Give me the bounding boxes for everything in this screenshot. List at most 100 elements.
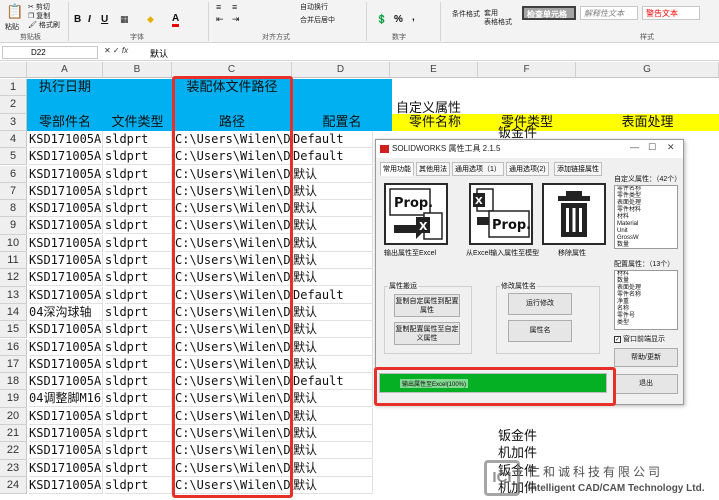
cell-file-type[interactable]: sldprt bbox=[105, 269, 172, 287]
list-item[interactable]: 零件名称 bbox=[615, 186, 677, 193]
row-header[interactable]: 16 bbox=[0, 338, 27, 356]
cell-file-type[interactable]: sldprt bbox=[105, 476, 172, 494]
list-item[interactable]: 零件类型 bbox=[615, 193, 677, 200]
cell-part-name[interactable]: KSD171005A bbox=[29, 217, 103, 235]
table-format-button[interactable]: 套用 表格格式 bbox=[484, 9, 512, 27]
cell-part-name[interactable]: KSD171005A bbox=[29, 442, 103, 460]
export-to-excel-button[interactable]: Prop. X bbox=[384, 183, 448, 245]
row-header[interactable]: 5 bbox=[0, 148, 27, 166]
exit-button[interactable]: 退出 bbox=[614, 374, 678, 394]
list-item[interactable]: 零件材料 bbox=[615, 207, 677, 214]
list-item[interactable]: 材料 bbox=[615, 214, 677, 221]
cell-config-name[interactable]: Default bbox=[293, 148, 373, 166]
tab-general-1[interactable]: 通用选项（1） bbox=[452, 162, 504, 176]
cell-part-name[interactable]: KSD171005A bbox=[29, 269, 103, 287]
header-part-name-prop[interactable]: 零件名称 bbox=[392, 114, 478, 131]
cell-config-name[interactable]: 默认 bbox=[293, 338, 373, 356]
column-header-g[interactable]: G bbox=[576, 62, 719, 78]
list-item[interactable]: Unit bbox=[615, 228, 677, 235]
header-config-name[interactable]: 配置名 bbox=[292, 114, 392, 131]
cell-part-name[interactable]: KSD171005A bbox=[29, 148, 103, 166]
cell-file-type[interactable]: sldprt bbox=[105, 148, 172, 166]
paste-button[interactable]: 粘贴 bbox=[5, 22, 19, 32]
header-surface[interactable]: 表面处理 bbox=[576, 114, 719, 131]
copy-to-config-button[interactable]: 复制自定属性到配置属性 bbox=[394, 294, 460, 317]
header-file-type[interactable]: 文件类型 bbox=[103, 114, 172, 131]
cell-config-name[interactable]: Default bbox=[293, 373, 373, 391]
cell-config-name[interactable]: 默认 bbox=[293, 252, 373, 269]
cell-part-name[interactable]: KSD171005A bbox=[29, 476, 103, 494]
list-item[interactable]: 净重 bbox=[615, 299, 677, 306]
cell-part-name[interactable]: KSD171005A bbox=[29, 425, 103, 442]
name-box[interactable]: D22 bbox=[2, 46, 98, 59]
cell-file-type[interactable]: sldprt bbox=[105, 373, 172, 391]
list-item[interactable]: GrossW bbox=[615, 235, 677, 242]
row-header[interactable]: 17 bbox=[0, 355, 27, 374]
wrap-text-button[interactable]: 自动换行 bbox=[300, 2, 328, 12]
cell-part-name[interactable]: KSD171005A bbox=[29, 459, 103, 477]
row-header[interactable]: 21 bbox=[0, 425, 27, 443]
list-item[interactable]: 零件名称 bbox=[615, 292, 677, 299]
paste-icon[interactable]: 📋 bbox=[6, 3, 23, 20]
cell-part-name[interactable]: KSD171005A bbox=[29, 200, 103, 218]
bold-button[interactable]: B bbox=[74, 14, 81, 25]
select-all-corner[interactable] bbox=[0, 62, 27, 78]
row-header[interactable]: 7 bbox=[0, 182, 27, 201]
cell-file-type[interactable]: sldprt bbox=[105, 130, 172, 148]
row-header[interactable]: 3 bbox=[0, 113, 27, 131]
custom-props-list[interactable]: 零件名称 零件类型 表面处理 零件材料 材料 Material Unit GrossW 数量 bbox=[614, 185, 678, 249]
cell-config-name[interactable]: Default bbox=[293, 130, 373, 148]
cell-config-name[interactable]: 默认 bbox=[293, 200, 373, 218]
list-item[interactable]: 表面处理 bbox=[615, 285, 677, 292]
cell-part-name[interactable]: KSD171005A bbox=[29, 321, 103, 339]
cell-config-name[interactable]: 默认 bbox=[293, 476, 373, 494]
formula-input[interactable]: 默认 bbox=[150, 47, 168, 60]
tab-other[interactable]: 其他用法 bbox=[416, 162, 450, 176]
cell-config-name[interactable]: 默认 bbox=[293, 425, 373, 442]
cell-part-name[interactable]: KSD171005A bbox=[29, 182, 103, 200]
format-painter-button[interactable]: 🖌 格式刷 bbox=[28, 20, 60, 30]
cell-file-type[interactable]: sldprt bbox=[105, 165, 172, 183]
cell-file-type[interactable]: sldprt bbox=[105, 355, 172, 373]
cell-part-name[interactable]: KSD171005A bbox=[29, 373, 103, 391]
cell-part-name[interactable]: 04调整脚M16 bbox=[29, 390, 103, 408]
row-header[interactable]: 20 bbox=[0, 407, 27, 425]
help-update-button[interactable]: 帮助/更新 bbox=[614, 348, 678, 367]
list-item[interactable]: 数量 bbox=[615, 278, 677, 285]
cell-file-type[interactable]: sldprt bbox=[105, 338, 172, 356]
cell-file-type[interactable]: sldprt bbox=[105, 407, 172, 425]
row-header[interactable]: 2 bbox=[0, 96, 27, 114]
cell-config-name[interactable]: 默认 bbox=[293, 182, 373, 200]
run-modify-button[interactable]: 运行修改 bbox=[508, 293, 572, 315]
cell-file-type[interactable]: sldprt bbox=[105, 286, 172, 304]
import-from-excel-button[interactable]: X Prop. bbox=[469, 183, 533, 245]
cell-config-name[interactable]: 默认 bbox=[293, 355, 373, 373]
header-exec-date[interactable]: 执行日期 bbox=[27, 79, 103, 96]
italic-button[interactable]: I bbox=[88, 14, 91, 25]
merge-center-button[interactable]: 合并后居中 bbox=[300, 15, 335, 25]
border-icon[interactable]: ▦ bbox=[120, 14, 129, 25]
row-header[interactable]: 6 bbox=[0, 165, 27, 183]
cell-file-type[interactable]: sldprt bbox=[105, 321, 172, 339]
fx-icon[interactable]: ✕ ✓ fx bbox=[104, 46, 128, 55]
cell-file-type[interactable]: sldprt bbox=[105, 200, 172, 218]
row-header[interactable]: 22 bbox=[0, 442, 27, 460]
column-header-f[interactable]: F bbox=[478, 62, 576, 78]
property-name-button[interactable]: 属性名 bbox=[508, 320, 572, 342]
list-item[interactable]: 零件号 bbox=[615, 313, 677, 320]
cell-file-type[interactable]: sldprt bbox=[105, 303, 172, 321]
cell-config-name[interactable]: 默认 bbox=[293, 442, 373, 460]
outdent-icon[interactable]: ⇥ bbox=[232, 14, 240, 25]
row-header[interactable]: 10 bbox=[0, 234, 27, 252]
config-props-list[interactable]: 材料 数量 表面处理 零件名称 净重 名称 零件号 类型 bbox=[614, 270, 678, 330]
cell-config-name[interactable]: 默认 bbox=[293, 269, 373, 287]
cell-part-name[interactable]: KSD171005A bbox=[29, 338, 103, 356]
cell-part-type[interactable]: 钣金件 bbox=[498, 425, 537, 444]
font-color-button[interactable]: A bbox=[172, 13, 180, 27]
currency-icon[interactable]: 💲 bbox=[376, 14, 387, 25]
conditional-format-button[interactable]: 条件格式 bbox=[452, 9, 480, 19]
style-explanatory[interactable]: 解释性文本 bbox=[580, 6, 638, 20]
cell-config-name[interactable]: 默认 bbox=[293, 459, 373, 477]
list-item[interactable]: 材料 bbox=[615, 271, 677, 278]
cell-part-name[interactable]: KSD171005A bbox=[29, 234, 103, 252]
